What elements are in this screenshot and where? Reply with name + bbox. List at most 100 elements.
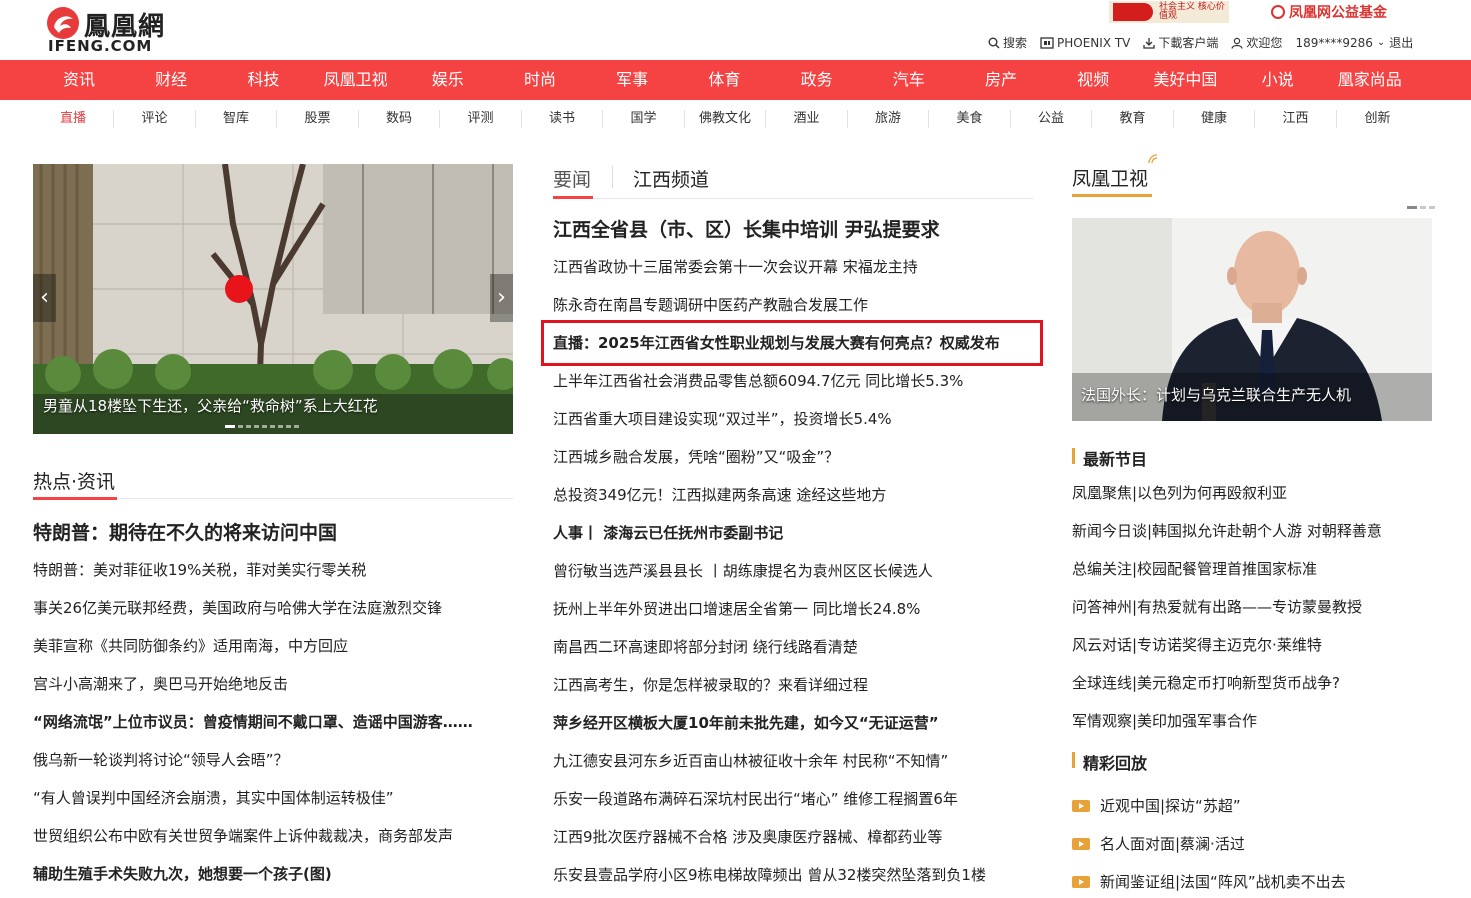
carousel-caption[interactable]: 男童从18楼坠下生还，父亲给“救命树”系上大红花	[43, 395, 378, 416]
sub-nav-item[interactable]: 直播	[33, 110, 114, 128]
sub-nav-item[interactable]: 国学	[604, 110, 685, 128]
main-nav-item[interactable]: 政务	[771, 60, 863, 100]
carousel-dot[interactable]	[262, 425, 267, 428]
replay-item[interactable]: 名人面对面|蔡澜·活过	[1072, 825, 1432, 863]
center-news-item[interactable]: 总投资349亿元！江西拟建两条高速 途经这些地方	[553, 485, 1033, 523]
latest-program-item[interactable]: 总编关注|校园配餐管理首推国家标准	[1072, 559, 1432, 597]
download-app-link[interactable]: 下載客户端	[1143, 34, 1218, 51]
carousel-dot[interactable]	[270, 425, 275, 428]
main-nav-item[interactable]: 房产	[955, 60, 1047, 100]
sub-nav-item[interactable]: 评测	[441, 110, 522, 128]
tv-feature-caption[interactable]: 法国外长：计划与乌克兰联合生产无人机	[1081, 384, 1351, 405]
center-news-item[interactable]: 乐安一段道路布满碎石深坑村民出行“堵心” 维修工程搁置6年	[553, 789, 1033, 827]
red-flag-icon	[1113, 3, 1153, 21]
tv-carousel-dot[interactable]	[1420, 206, 1426, 209]
main-nav-item[interactable]: 科技	[217, 60, 309, 100]
hot-news-item[interactable]: 宫斗小高潮来了，奥巴马开始绝地反击	[33, 674, 513, 712]
headline-carousel[interactable]: ‹ › 男童从18楼坠下生还，父亲给“救命树”系上大红花	[33, 164, 513, 434]
main-nav-item[interactable]: 凤凰卫视	[310, 60, 402, 100]
sub-nav-item[interactable]: 评论	[115, 110, 196, 128]
carousel-dot[interactable]	[254, 425, 259, 428]
center-news-item[interactable]: 江西省政协十三届常委会第十一次会议开幕 宋福龙主持	[553, 257, 1033, 295]
hot-news-item[interactable]: 俄乌新一轮谈判将讨论“领导人会晤”？	[33, 750, 513, 788]
hot-news-lead[interactable]: 特朗普：期待在不久的将来访问中国	[33, 520, 513, 560]
carousel-next-button[interactable]: ›	[490, 274, 513, 322]
carousel-dot[interactable]	[246, 425, 251, 428]
center-news-item[interactable]: 抚州上半年外贸进出口增速居全省第一 同比增长24.8%	[553, 599, 1033, 637]
tv-carousel-dot[interactable]	[1407, 206, 1417, 209]
phoenix-tv-link[interactable]: PHOENIX TV	[1040, 36, 1130, 50]
center-news-item[interactable]: 上半年江西省社会消费品零售总额6094.7亿元 同比增长5.3%	[553, 371, 1033, 409]
main-nav-item[interactable]: 美好中国	[1139, 60, 1231, 100]
sub-nav-item[interactable]: 股票	[278, 110, 359, 128]
carousel-dot[interactable]	[225, 425, 235, 428]
center-news-item[interactable]: 江西高考生，你是怎样被录取的？来看详细过程	[553, 675, 1033, 713]
center-news-item[interactable]: 乐安县壹品学府小区9栋电梯故障频出 曾从32楼突然坠落到负1楼	[553, 865, 1033, 898]
hot-news-item[interactable]: 世贸组织公布中欧有关世贸争端案件上诉仲裁裁决，商务部发声	[33, 826, 513, 864]
latest-program-item[interactable]: 全球连线|美元稳定币打响新型货币战争?	[1072, 673, 1432, 711]
sub-nav-item[interactable]: 酒业	[767, 110, 848, 128]
sub-nav-item[interactable]: 健康	[1174, 110, 1255, 128]
replay-item[interactable]: 新闻鉴证组|法国“阵风”战机卖不出去	[1072, 863, 1432, 898]
phoenix-tv-title[interactable]: 凤凰卫视	[1072, 164, 1148, 191]
latest-program-item[interactable]: 军情观察|美印加强军事合作	[1072, 711, 1432, 749]
sub-nav-item[interactable]: 公益	[1011, 110, 1092, 128]
hot-news-item[interactable]: 辅助生殖手术失败九次，她想要一个孩子(图)	[33, 864, 513, 898]
carousel-dot[interactable]	[294, 425, 299, 428]
sub-nav-item[interactable]: 读书	[522, 110, 603, 128]
main-nav-item[interactable]: 时尚	[494, 60, 586, 100]
main-nav-item[interactable]: 小说	[1232, 60, 1324, 100]
center-news-item[interactable]: 江西9批次医疗器械不合格 涉及奥康医疗器械、樟都药业等	[553, 827, 1033, 865]
center-news-item[interactable]: 南昌西二环高速即将部分封闭 绕行线路看清楚	[553, 637, 1033, 675]
main-nav-item[interactable]: 娱乐	[402, 60, 494, 100]
main-nav-item[interactable]: 资讯	[33, 60, 125, 100]
carousel-dot[interactable]	[238, 425, 243, 428]
sub-nav-item[interactable]: 佛教文化	[685, 110, 766, 128]
values-promo-banner[interactable]: 社会主义 核心价值观	[1109, 1, 1229, 23]
main-nav-item[interactable]: 视频	[1047, 60, 1139, 100]
latest-program-item[interactable]: 问答神州|有热爱就有出路——专访蒙曼教授	[1072, 597, 1432, 635]
sub-nav-item[interactable]: 美食	[930, 110, 1011, 128]
hot-news-item[interactable]: 美菲宣称《共同防御条约》适用南海，中方回应	[33, 636, 513, 674]
hot-news-item[interactable]: 事关26亿美元联邦经费，美国政府与哈佛大学在法庭激烈交锋	[33, 598, 513, 636]
latest-program-item[interactable]: 凤凰聚焦|以色列为何再殴叙利亚	[1072, 483, 1432, 521]
ifeng-logo[interactable]: 鳳凰網 IFENG.COM	[46, 4, 186, 55]
hot-news-item[interactable]: “网络流氓”上位市议员：曾疫情期间不戴口罩、造谣中国游客……	[33, 712, 513, 750]
sub-nav-item[interactable]: 旅游	[848, 110, 929, 128]
center-news-item[interactable]: 九江德安县河东乡近百亩山林被征收十余年 村民称“不知情”	[553, 751, 1033, 789]
search-link[interactable]: 搜索	[988, 34, 1027, 51]
hot-news-item[interactable]: 特朗普：美对菲征收19%关税，菲对美实行零关税	[33, 560, 513, 598]
center-news-item[interactable]: 江西城乡融合发展，凭啥“圈粉”又“吸金”？	[553, 447, 1033, 485]
sub-nav-item[interactable]: 江西	[1256, 110, 1337, 128]
main-nav-item[interactable]: 体育	[678, 60, 770, 100]
sub-nav-item[interactable]: 教育	[1093, 110, 1174, 128]
carousel-dot[interactable]	[286, 425, 291, 428]
welcome-link[interactable]: 欢迎您	[1231, 34, 1282, 51]
tv-feature[interactable]: 法国外长：计划与乌克兰联合生产无人机	[1072, 218, 1432, 421]
replay-item[interactable]: 近观中国|探访“苏超”	[1072, 787, 1432, 825]
carousel-prev-button[interactable]: ‹	[33, 274, 56, 322]
center-news-lead[interactable]: 江西全省县（市、区）长集中培训 尹弘提要求	[553, 217, 1033, 257]
center-news-item[interactable]: 曾衍敏当选芦溪县县长 丨胡练康提名为袁州区区长候选人	[553, 561, 1033, 599]
sub-nav-item[interactable]: 智库	[196, 110, 277, 128]
hot-news-item[interactable]: “有人曾误判中国经济会崩溃，其实中国体制运转极佳”	[33, 788, 513, 826]
carousel-dot[interactable]	[278, 425, 283, 428]
charity-fund-link[interactable]: 凤凰网公益基金	[1271, 2, 1387, 22]
tab-jiangxi-channel[interactable]: 江西频道	[633, 165, 709, 192]
main-nav-item[interactable]: 汽车	[863, 60, 955, 100]
tab-headlines[interactable]: 要闻	[553, 165, 591, 192]
replay-item-label: 名人面对面|蔡澜·活过	[1100, 835, 1245, 853]
main-nav-item[interactable]: 凰家尚品	[1324, 60, 1416, 100]
user-account-menu[interactable]: 189****9286 ⌄	[1295, 36, 1385, 50]
logout-link[interactable]: 退出	[1389, 34, 1413, 51]
sub-nav-item[interactable]: 数码	[359, 110, 440, 128]
tv-carousel-dot[interactable]	[1429, 206, 1435, 209]
center-news-item[interactable]: 人事丨 漆海云已任抚州市委副书记	[553, 523, 1033, 561]
center-news-item[interactable]: 江西省重大项目建设实现“双过半”，投资增长5.4%	[553, 409, 1033, 447]
sub-nav-item[interactable]: 创新	[1337, 110, 1418, 128]
main-nav-item[interactable]: 军事	[586, 60, 678, 100]
center-news-item[interactable]: 萍乡经开区横板大厦10年前未批先建，如今又“无证运营”	[553, 713, 1033, 751]
latest-program-item[interactable]: 新闻今日谈|韩国拟允许赴朝个人游 对朝释善意	[1072, 521, 1432, 559]
main-nav-item[interactable]: 财经	[125, 60, 217, 100]
latest-program-item[interactable]: 风云对话|专访诺奖得主迈克尔·莱维特	[1072, 635, 1432, 673]
